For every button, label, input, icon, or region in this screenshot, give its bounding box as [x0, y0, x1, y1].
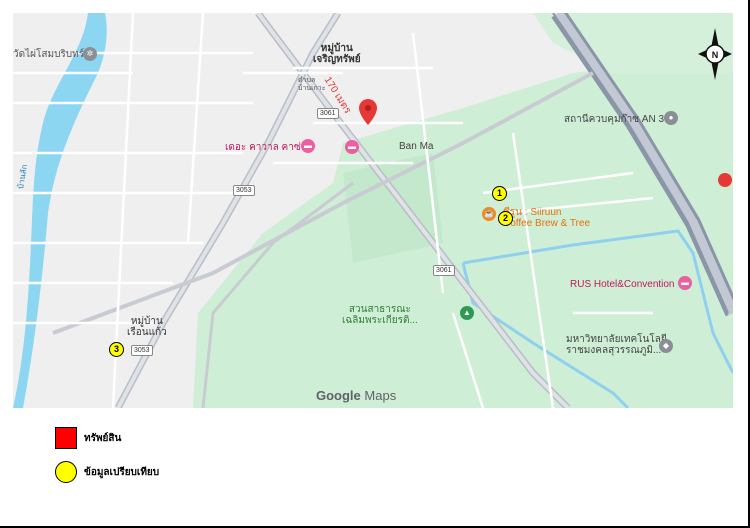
park-label: สวนสาธารณะ เฉลิมพระเกียรติ... — [342, 304, 418, 326]
road-shield-3053-mid: 3053 — [233, 185, 255, 196]
comparable-marker-3[interactable]: 3 — [109, 342, 124, 357]
road-shield-3061-mid: 3061 — [433, 265, 455, 276]
village-bottom-label: หมู่บ้าน เรือนแก้ว — [127, 316, 167, 338]
subject-location-icon[interactable] — [359, 99, 377, 125]
property-swatch — [55, 427, 77, 449]
station-icon[interactable]: ● — [664, 111, 678, 125]
map-view[interactable]: วัดไผ่โสมบริบทร์ ✲ หมู่บ้าน เจริญทรัพย์ … — [13, 13, 733, 408]
hotel-label: เดอะ คาวาล คาซ่า — [225, 142, 307, 153]
cafe-icon[interactable]: ☕ — [482, 207, 496, 221]
ban-ma-label: Ban Ma — [399, 141, 434, 152]
compass-icon: N — [698, 28, 732, 80]
google-maps-logo: Google Maps — [316, 388, 397, 403]
legend-property: ทรัพย์สิน — [55, 427, 121, 449]
university-icon[interactable]: ◆ — [659, 339, 673, 353]
legend-comparable: ข้อมูลเปรียบเทียบ — [55, 461, 159, 483]
subdistrict-label: ตำบล บ้านเกาะ — [298, 77, 326, 92]
road-shield-3061-top: 3061 — [317, 108, 339, 119]
property-legend-label: ทรัพย์สิน — [84, 432, 122, 444]
gas-station-label: สถานีควบคุมก๊าซ AN 3 — [564, 114, 665, 125]
rus-hotel-label: RUS Hotel&Convention — [570, 279, 675, 290]
hotel-icon[interactable]: ▬ — [301, 139, 315, 153]
park-icon[interactable]: ▲ — [460, 306, 474, 320]
cafe-label: ซีรูน : Siiruun Coffee Brew & Tree — [503, 207, 591, 229]
comparable-marker-2[interactable]: 2 — [498, 211, 513, 226]
road-shield-3053-bottom: 3053 — [131, 345, 153, 356]
comparable-marker-1[interactable]: 1 — [492, 186, 507, 201]
hotel-icon-2[interactable]: ▬ — [345, 140, 359, 154]
rus-hotel-icon[interactable]: ▬ — [678, 276, 692, 290]
university-label: มหาวิทยาลัยเทคโนโลยี ราชมงคลสุวรรณภูมิ..… — [566, 334, 667, 356]
comparable-legend-label: ข้อมูลเปรียบเทียบ — [84, 466, 160, 478]
comparable-swatch — [55, 461, 77, 483]
svg-text:N: N — [712, 50, 719, 60]
temple-label: วัดไผ่โสมบริบทร์ — [13, 49, 85, 60]
village-top-label: หมู่บ้าน เจริญทรัพย์ — [313, 43, 361, 65]
temple-icon[interactable]: ✲ — [83, 47, 97, 61]
